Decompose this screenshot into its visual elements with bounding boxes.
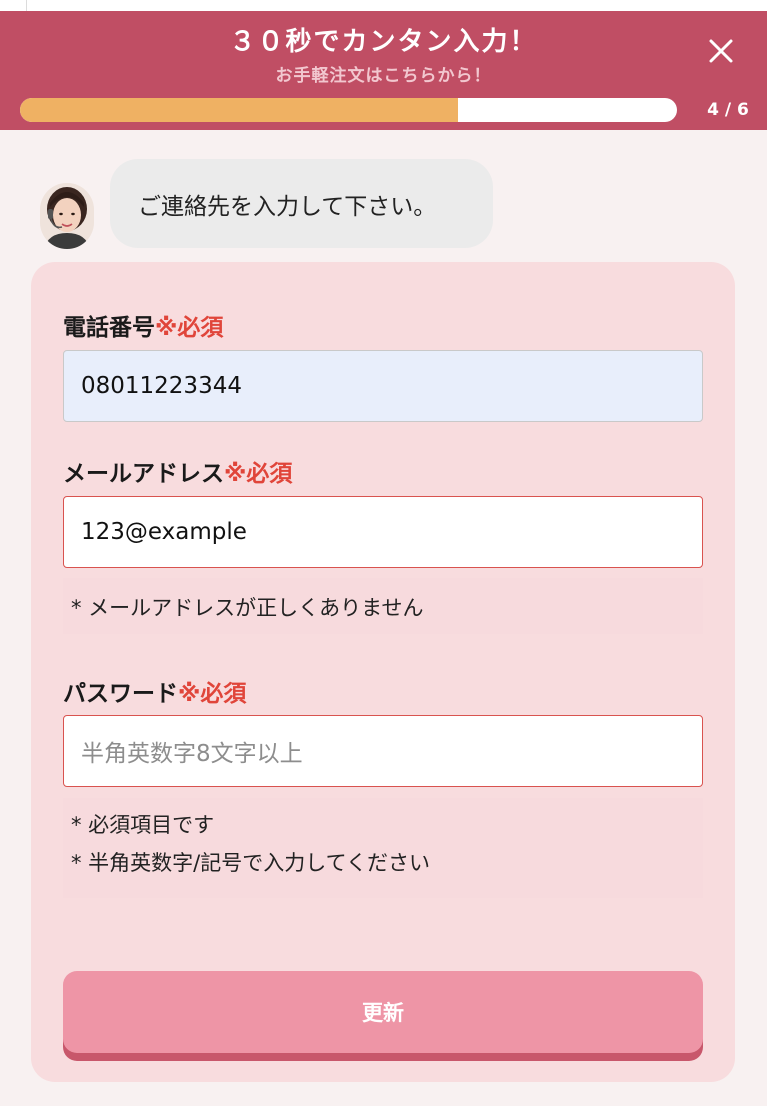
page: ３０秒でカンタン入力！ お手軽注文はこちらから！ 4 / 6 ご連絡先を入力して… [0, 0, 772, 1106]
password-placeholder: 半角英数字8文字以上 [81, 741, 303, 767]
password-label: パスワード※必須 [63, 674, 246, 708]
chat-bubble: ご連絡先を入力して下さい。 [110, 159, 493, 248]
email-label: メールアドレス※必須 [63, 454, 292, 488]
progress-bar [20, 98, 677, 122]
password-required-badge: ※必須 [178, 681, 247, 707]
contact-form: 電話番号※必須 08011223344 メールアドレス※必須 123@examp… [31, 262, 735, 1082]
header: ３０秒でカンタン入力！ お手軽注文はこちらから！ 4 / 6 [0, 11, 767, 130]
email-required-badge: ※必須 [224, 461, 293, 487]
update-button[interactable]: 更新 [63, 971, 703, 1053]
phone-label-text: 電話番号 [63, 315, 155, 341]
email-error: * メールアドレスが正しくありません [63, 578, 703, 634]
right-edge [767, 0, 772, 1106]
password-input[interactable]: 半角英数字8文字以上 [63, 715, 703, 787]
chat-message: ご連絡先を入力して下さい。 [138, 194, 437, 220]
top-strip [0, 0, 772, 11]
password-error-required: * 必須項目です [71, 813, 215, 837]
operator-avatar [40, 183, 94, 249]
password-errors: * 必須項目です * 半角英数字/記号で入力してください [63, 798, 703, 898]
email-input-value: 123@example [81, 519, 247, 545]
close-button[interactable] [703, 33, 739, 69]
email-input[interactable]: 123@example [63, 496, 703, 568]
password-error-format: * 半角英数字/記号で入力してください [71, 851, 430, 875]
email-error-text: * メールアドレスが正しくありません [71, 596, 424, 620]
password-label-text: パスワード [63, 681, 178, 707]
header-subtitle: お手軽注文はこちらから！ [275, 66, 492, 86]
header-title: ３０秒でカンタン入力！ [229, 27, 538, 57]
progress-count: 4 / 6 [707, 100, 749, 120]
close-icon [709, 39, 733, 63]
phone-input[interactable]: 08011223344 [63, 350, 703, 422]
update-button-label: 更新 [362, 1001, 404, 1025]
chat-form-panel: ３０秒でカンタン入力！ お手軽注文はこちらから！ 4 / 6 ご連絡先を入力して… [0, 11, 767, 1106]
phone-input-value: 08011223344 [81, 373, 242, 399]
progress-fill [20, 98, 458, 122]
phone-required-badge: ※必須 [155, 315, 224, 341]
email-label-text: メールアドレス [63, 461, 224, 487]
phone-label: 電話番号※必須 [63, 308, 223, 342]
